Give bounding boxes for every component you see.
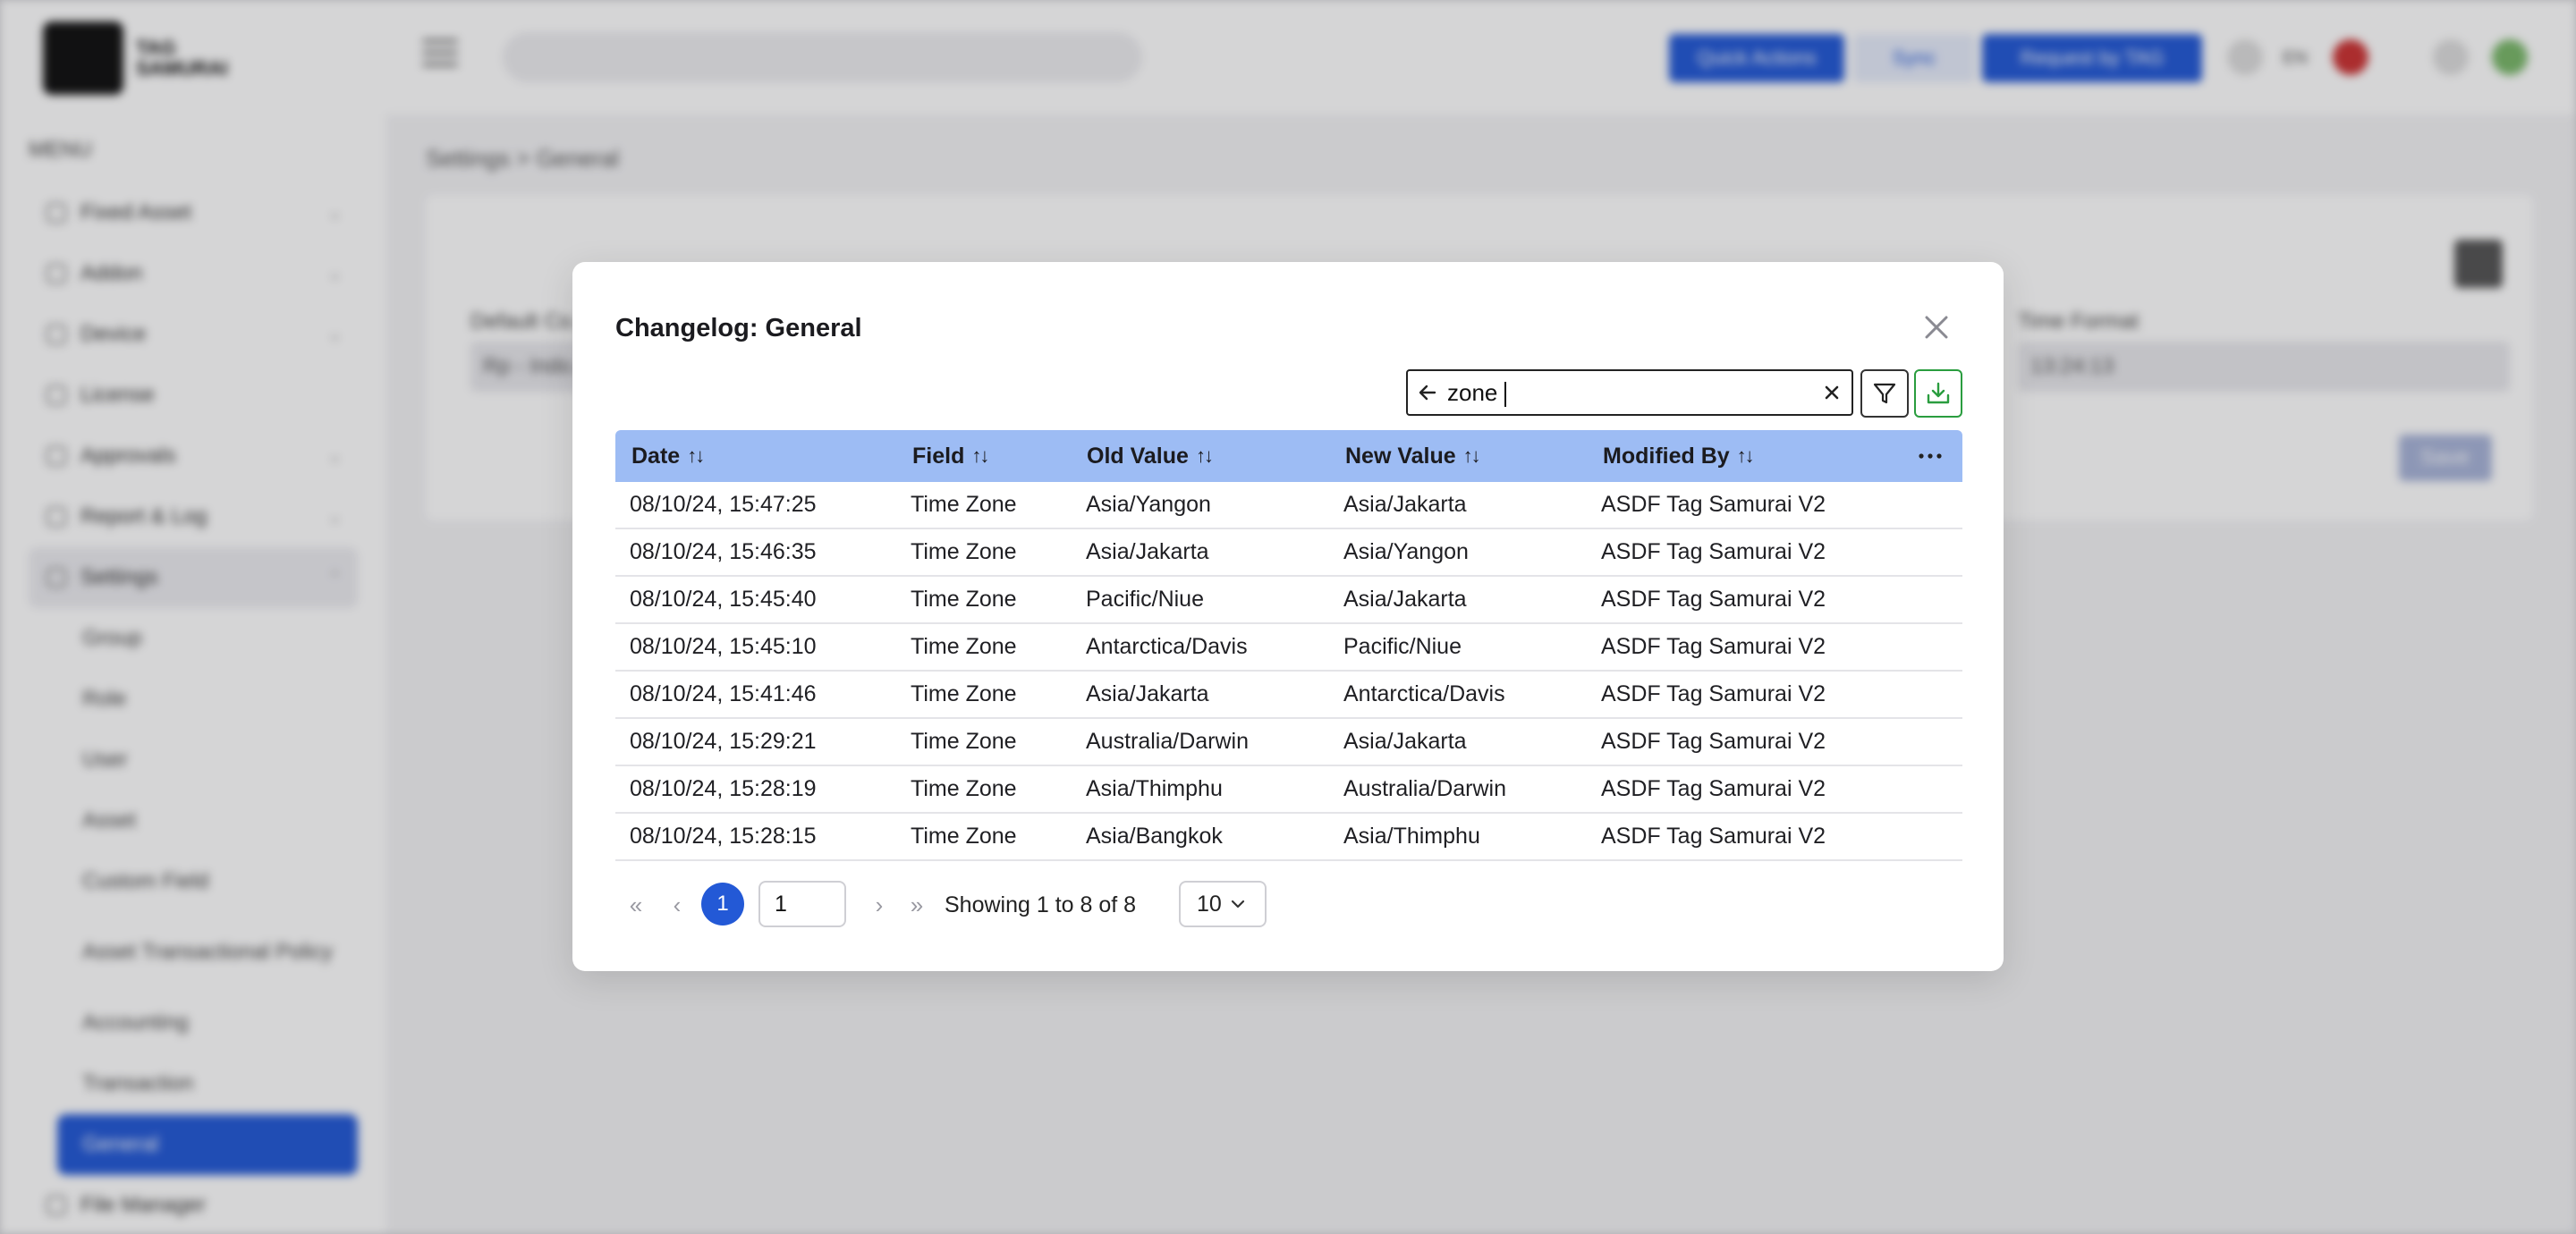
sort-icon: ↑↓ — [971, 444, 989, 467]
cell-new-value: Pacific/Niue — [1343, 634, 1462, 659]
previous-page-icon[interactable]: ‹ — [664, 892, 691, 918]
cell-modified-by: ASDF Tag Samurai V2 — [1601, 587, 1826, 612]
changelog-search-field — [1406, 369, 1853, 416]
chevron-down-icon — [1231, 900, 1244, 909]
sort-icon: ↑↓ — [1195, 444, 1214, 467]
table-row[interactable]: 08/10/24, 15:46:35 Time Zone Asia/Jakart… — [615, 529, 1962, 577]
arrow-left-icon[interactable] — [1408, 371, 1447, 414]
column-header-label: New Value — [1345, 443, 1456, 469]
export-button[interactable] — [1914, 369, 1962, 418]
changelog-modal: Changelog: General Date ↑↓ Field ↑↓ Old Va… — [572, 262, 2004, 971]
cell-modified-by: ASDF Tag Samurai V2 — [1601, 681, 1826, 706]
cell-modified-by: ASDF Tag Samurai V2 — [1601, 824, 1826, 849]
table-row[interactable]: 08/10/24, 15:45:10 Time Zone Antarctica/… — [615, 624, 1962, 672]
cell-new-value: Asia/Jakarta — [1343, 492, 1467, 517]
first-page-icon[interactable]: « — [623, 892, 649, 918]
page-number-input[interactable] — [758, 881, 846, 927]
cell-old-value: Asia/Jakarta — [1086, 681, 1209, 706]
cell-old-value: Asia/Thimphu — [1086, 776, 1223, 801]
cell-date: 08/10/24, 15:47:25 — [630, 492, 817, 517]
cell-new-value: Australia/Darwin — [1343, 776, 1507, 801]
table-row[interactable]: 08/10/24, 15:29:21 Time Zone Australia/D… — [615, 719, 1962, 766]
text-caret — [1504, 382, 1506, 407]
column-header-label: Old Value — [1087, 443, 1189, 469]
cell-field: Time Zone — [911, 634, 1017, 659]
column-header-label: Date — [631, 443, 681, 469]
column-header-date[interactable]: Date ↑↓ — [631, 430, 705, 482]
cell-new-value: Antarctica/Davis — [1343, 681, 1505, 706]
table-row[interactable]: 08/10/24, 15:45:40 Time Zone Pacific/Niu… — [615, 577, 1962, 624]
cell-field: Time Zone — [911, 729, 1017, 754]
column-header-field[interactable]: Field ↑↓ — [912, 430, 989, 482]
cell-modified-by: ASDF Tag Samurai V2 — [1601, 539, 1826, 564]
cell-old-value: Asia/Jakarta — [1086, 539, 1209, 564]
table-row[interactable]: 08/10/24, 15:28:19 Time Zone Asia/Thimph… — [615, 766, 1962, 814]
cell-modified-by: ASDF Tag Samurai V2 — [1601, 634, 1826, 659]
column-header-modified-by[interactable]: Modified By ↑↓ — [1603, 430, 1755, 482]
cell-old-value: Asia/Yangon — [1086, 492, 1211, 517]
cell-date: 08/10/24, 15:46:35 — [630, 539, 817, 564]
last-page-icon[interactable]: » — [903, 892, 930, 918]
table-row[interactable]: 08/10/24, 15:28:15 Time Zone Asia/Bangko… — [615, 814, 1962, 861]
cell-modified-by: ASDF Tag Samurai V2 — [1601, 492, 1826, 517]
cell-field: Time Zone — [911, 776, 1017, 801]
cell-date: 08/10/24, 15:29:21 — [630, 729, 817, 754]
next-page-icon[interactable]: › — [866, 892, 893, 918]
table-header: Date ↑↓ Field ↑↓ Old Value ↑↓ New Value ↑↓ M… — [615, 430, 1962, 482]
cell-field: Time Zone — [911, 587, 1017, 612]
column-header-old-value[interactable]: Old Value ↑↓ — [1087, 430, 1214, 482]
cell-old-value: Antarctica/Davis — [1086, 634, 1248, 659]
cell-date: 08/10/24, 15:28:19 — [630, 776, 817, 801]
column-header-label: Field — [912, 443, 965, 469]
cell-new-value: Asia/Thimphu — [1343, 824, 1480, 849]
cell-modified-by: ASDF Tag Samurai V2 — [1601, 776, 1826, 801]
filter-icon — [1873, 383, 1896, 404]
pagination: « ‹ 1 › » Showing 1 to 8 of 8 10 — [615, 881, 1510, 929]
cell-field: Time Zone — [911, 681, 1017, 706]
cell-old-value: Australia/Darwin — [1086, 729, 1250, 754]
cell-date: 08/10/24, 15:45:10 — [630, 634, 817, 659]
changelog-search-input[interactable] — [1447, 372, 1812, 413]
changelog-table: Date ↑↓ Field ↑↓ Old Value ↑↓ New Value ↑↓ M… — [615, 430, 1962, 861]
cell-modified-by: ASDF Tag Samurai V2 — [1601, 729, 1826, 754]
column-header-new-value[interactable]: New Value ↑↓ — [1345, 430, 1481, 482]
sort-icon: ↑↓ — [1736, 444, 1755, 467]
page-size-select[interactable]: 10 — [1179, 881, 1267, 927]
pagination-info: Showing 1 to 8 of 8 — [945, 892, 1137, 917]
sort-icon: ↑↓ — [687, 444, 705, 467]
cell-field: Time Zone — [911, 492, 1017, 517]
modal-title: Changelog: General — [615, 314, 862, 342]
column-header-label: Modified By — [1603, 443, 1730, 469]
current-page-button[interactable]: 1 — [701, 883, 744, 926]
cell-new-value: Asia/Jakarta — [1343, 729, 1467, 754]
filter-button[interactable] — [1860, 369, 1909, 418]
cell-old-value: Pacific/Niue — [1086, 587, 1204, 612]
download-icon — [1927, 382, 1950, 404]
cell-new-value: Asia/Jakarta — [1343, 587, 1467, 612]
cell-field: Time Zone — [911, 539, 1017, 564]
table-body: 08/10/24, 15:47:25 Time Zone Asia/Yangon… — [615, 482, 1962, 861]
close-icon[interactable] — [1919, 310, 1953, 344]
sort-icon: ↑↓ — [1462, 444, 1481, 467]
clear-search-icon[interactable] — [1812, 371, 1852, 414]
page-size-value: 10 — [1197, 891, 1222, 917]
cell-date: 08/10/24, 15:41:46 — [630, 681, 817, 706]
cell-new-value: Asia/Yangon — [1343, 539, 1469, 564]
table-row[interactable]: 08/10/24, 15:47:25 Time Zone Asia/Yangon… — [615, 482, 1962, 529]
cell-date: 08/10/24, 15:28:15 — [630, 824, 817, 849]
cell-old-value: Asia/Bangkok — [1086, 824, 1223, 849]
more-options-icon[interactable] — [1914, 443, 1946, 469]
cell-field: Time Zone — [911, 824, 1017, 849]
cell-date: 08/10/24, 15:45:40 — [630, 587, 817, 612]
table-row[interactable]: 08/10/24, 15:41:46 Time Zone Asia/Jakart… — [615, 672, 1962, 719]
